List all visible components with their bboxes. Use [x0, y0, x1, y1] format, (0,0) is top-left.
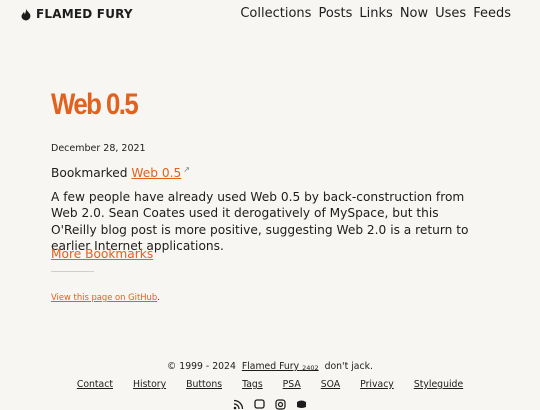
divider: [51, 271, 94, 272]
footer-link-tags[interactable]: Tags: [242, 379, 263, 390]
copyright-text: © 1999 - 2024: [167, 361, 236, 372]
footer-link-privacy[interactable]: Privacy: [360, 379, 394, 390]
footer-links: Contact History Buttons Tags PSA SOA Pri…: [0, 379, 540, 390]
footer-tagline: don't jack.: [324, 361, 373, 372]
footer-copyright: © 1999 - 2024 Flamed Fury 2402 don't jac…: [0, 361, 540, 372]
nav-item-posts[interactable]: Posts: [318, 6, 352, 21]
nav-item-links[interactable]: Links: [359, 6, 392, 21]
brand-link[interactable]: FLAMED FURY: [20, 7, 133, 21]
footer-brand-name: Flamed Fury: [241, 361, 300, 372]
nav-item-collections[interactable]: Collections: [240, 6, 311, 21]
footer-link-contact[interactable]: Contact: [77, 379, 113, 390]
page-title: Web 0.5: [51, 88, 139, 121]
footer-link-history[interactable]: History: [133, 379, 166, 390]
footer-link-styleguide[interactable]: Styleguide: [414, 379, 463, 390]
nav-item-now[interactable]: Now: [400, 6, 428, 21]
flame-icon: [20, 7, 32, 21]
post-date: December 28, 2021: [51, 143, 146, 154]
nav-item-uses[interactable]: Uses: [435, 6, 466, 21]
footer-brand-sub: 2402: [302, 364, 319, 372]
footer-link-psa[interactable]: PSA: [283, 379, 301, 390]
footer-brand-link[interactable]: Flamed Fury 2402: [242, 361, 319, 372]
bookmark-link[interactable]: Web 0.5: [131, 166, 181, 180]
bookmarked-label: Bookmarked: [51, 166, 128, 181]
site-header: FLAMED FURY Collections Posts Links Now …: [0, 0, 540, 28]
post-description: A few people have already used Web 0.5 b…: [51, 190, 469, 253]
github-line: View this page on GitHub.: [51, 292, 160, 302]
footer-link-buttons[interactable]: Buttons: [186, 379, 222, 390]
external-link-icon: ↗: [183, 165, 190, 174]
github-suffix: .: [157, 292, 160, 302]
github-link[interactable]: View this page on GitHub: [51, 292, 157, 302]
more-bookmarks-link[interactable]: More Bookmarks: [51, 247, 153, 261]
footer-link-soa[interactable]: SOA: [321, 379, 340, 390]
main-nav: Collections Posts Links Now Uses Feeds: [240, 6, 511, 21]
brand-name: FLAMED FURY: [36, 7, 133, 21]
bookmark-line: Bookmarked Web 0.5 ↗: [51, 165, 190, 180]
nav-item-feeds[interactable]: Feeds: [473, 6, 511, 21]
